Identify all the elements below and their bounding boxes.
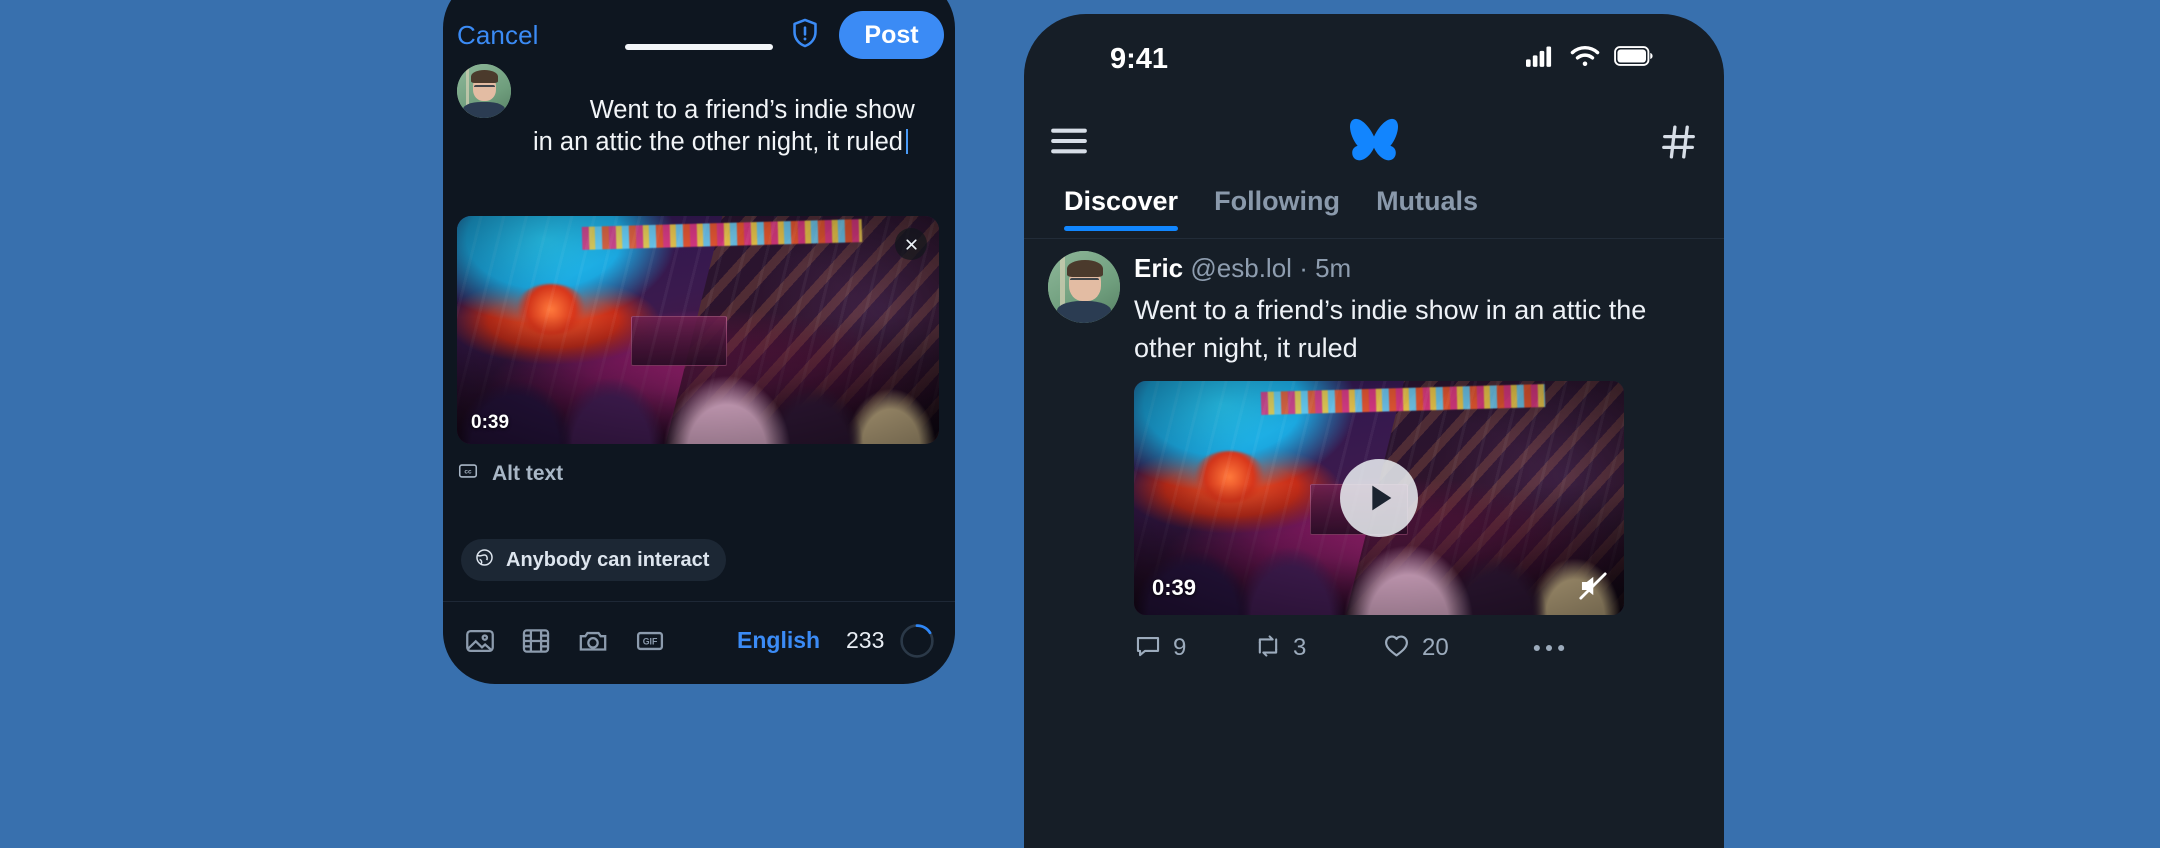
video-thumbnail (457, 216, 939, 444)
post-button[interactable]: Post (839, 11, 944, 59)
post-body-text: Went to a friend’s indie show in an atti… (1134, 295, 1647, 363)
heart-icon (1382, 631, 1411, 665)
character-progress-ring (899, 623, 935, 659)
cancel-button[interactable]: Cancel (457, 20, 539, 51)
post-display-name[interactable]: Eric (1134, 253, 1183, 283)
post-timestamp: 5m (1315, 253, 1352, 283)
more-options-button[interactable] (1532, 643, 1566, 653)
alt-text-button[interactable]: cc Alt text (457, 460, 563, 487)
hashtag-icon[interactable] (1660, 122, 1698, 162)
shield-exclamation-icon[interactable] (788, 16, 822, 50)
status-bar: 9:41 (1024, 14, 1724, 102)
video-duration-badge: 0:39 (471, 412, 510, 433)
post-action-bar: 9 3 20 (1134, 631, 1566, 665)
status-time: 9:41 (1110, 43, 1169, 75)
like-count: 20 (1422, 634, 1449, 661)
app-header (1024, 102, 1724, 184)
gif-label: GIF (643, 636, 658, 646)
hamburger-menu-icon[interactable] (1050, 126, 1088, 156)
cellular-bars-icon (1526, 45, 1556, 72)
status-indicators (1526, 44, 1654, 73)
reply-count: 9 (1173, 634, 1187, 661)
avatar[interactable] (1048, 251, 1120, 323)
home-indicator (625, 44, 773, 50)
battery-full-icon (1614, 46, 1654, 71)
composer-phone: Cancel Post Went to a friend’s indie sho… (443, 0, 955, 684)
tab-following[interactable]: Following (1196, 182, 1358, 217)
closed-caption-icon: cc (457, 460, 479, 487)
wifi-icon (1569, 44, 1601, 73)
repost-button[interactable]: 3 (1254, 632, 1382, 665)
post-button-label: Post (864, 20, 919, 49)
tabs-divider (1024, 238, 1724, 239)
reply-button[interactable]: 9 (1134, 632, 1254, 665)
like-button[interactable]: 20 (1382, 631, 1532, 665)
composer-toolbar: GIF English 233 (443, 602, 955, 680)
play-icon[interactable] (1340, 459, 1418, 537)
globe-icon (474, 547, 495, 573)
feed-phone: 9:41 Discover Following Mutuals Eric @es… (1024, 14, 1724, 848)
film-icon[interactable] (519, 624, 553, 658)
post-video-player[interactable]: 0:39 (1134, 381, 1624, 615)
composer-text-value: Went to a friend’s indie show in an atti… (533, 96, 922, 156)
tab-discover[interactable]: Discover (1046, 182, 1196, 231)
comment-icon (1134, 632, 1162, 665)
attached-video-preview[interactable]: 0:39 (457, 216, 939, 444)
interaction-settings-pill[interactable]: Anybody can interact (461, 539, 727, 581)
alt-text-label: Alt text (492, 461, 564, 485)
feed-tabs: Discover Following Mutuals (1024, 182, 1724, 238)
text-caret (905, 129, 908, 154)
image-icon[interactable] (463, 624, 497, 658)
repost-count: 3 (1293, 634, 1307, 661)
composer-textarea[interactable]: Went to a friend’s indie show in an atti… (533, 62, 923, 190)
repost-icon (1254, 632, 1282, 665)
video-duration-badge: 0:39 (1152, 575, 1197, 600)
post-handle[interactable]: @esb.lol (1190, 253, 1292, 283)
camera-icon[interactable] (576, 624, 610, 658)
language-selector[interactable]: English (737, 627, 820, 654)
remove-media-button[interactable] (895, 228, 927, 260)
screenshot-stage: Cancel Post Went to a friend’s indie sho… (0, 0, 2160, 848)
interaction-settings-label: Anybody can interact (506, 548, 710, 571)
avatar (457, 64, 511, 118)
character-count: 233 (846, 627, 885, 653)
bluesky-butterfly-logo (1346, 116, 1402, 168)
meta-separator: · (1299, 253, 1308, 283)
composer-header: Cancel Post (443, 0, 955, 66)
svg-text:cc: cc (464, 468, 472, 475)
speaker-muted-icon[interactable] (1576, 569, 1610, 603)
post-meta: Eric @esb.lol · 5m (1134, 253, 1351, 284)
gif-icon[interactable]: GIF (633, 624, 667, 658)
tab-mutuals[interactable]: Mutuals (1358, 182, 1496, 217)
